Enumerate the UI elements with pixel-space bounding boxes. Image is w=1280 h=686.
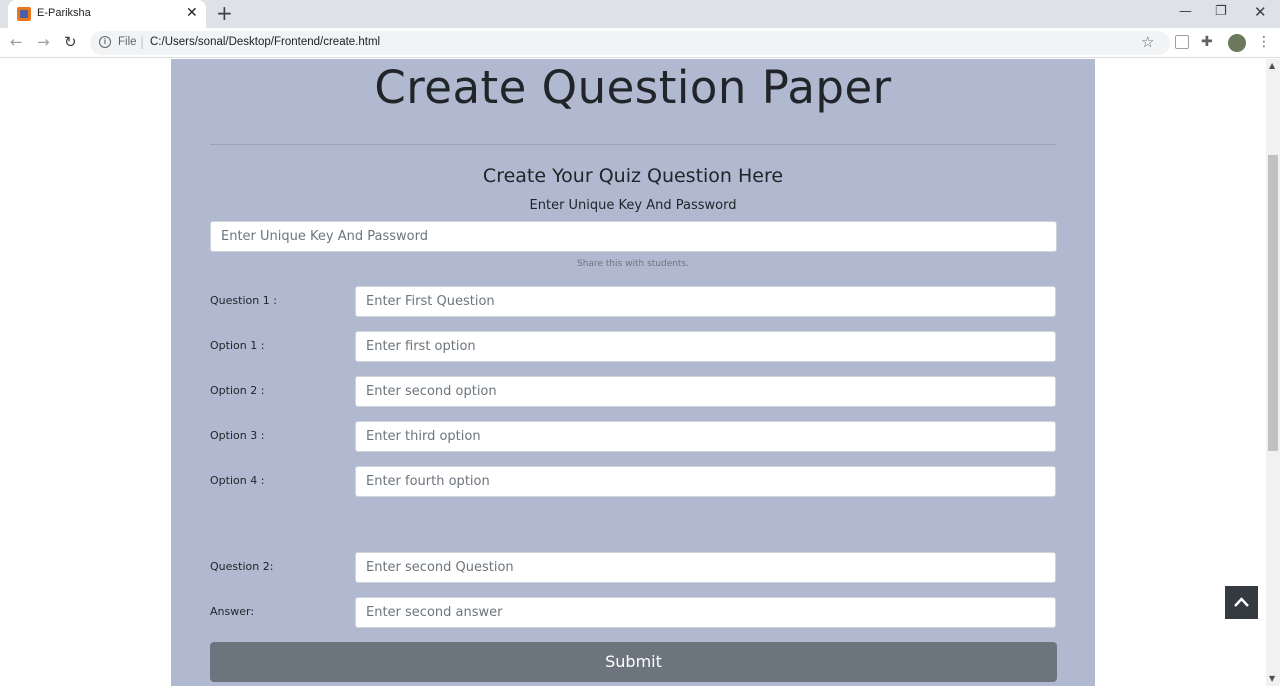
question-2-label: Question 2: [210, 560, 274, 573]
create-form-panel: Create Question Paper Create Your Quiz Q… [171, 59, 1095, 686]
option-3-label: Option 3 : [210, 429, 265, 442]
tab-bar: E-Pariksha ✕ + — ❐ ✕ [0, 0, 1280, 28]
minimize-icon[interactable]: — [1179, 4, 1192, 20]
back-icon[interactable]: ← [10, 33, 23, 51]
option-1-label: Option 1 : [210, 339, 265, 352]
url-scheme: File [118, 36, 137, 48]
scrollbar-thumb[interactable] [1268, 155, 1278, 451]
question-1-input[interactable]: Enter First Question [355, 286, 1056, 317]
chevron-up-icon [1234, 597, 1249, 607]
url-text[interactable]: C:/Users/sonal/Desktop/Frontend/create.h… [150, 36, 380, 48]
scroll-up-icon[interactable]: ▲ [1269, 61, 1275, 70]
option-3-input[interactable]: Enter third option [355, 421, 1056, 452]
restore-icon[interactable]: ❐ [1215, 4, 1227, 20]
browser-menu-icon[interactable]: ⋮ [1257, 33, 1271, 51]
scroll-down-icon[interactable]: ▼ [1269, 674, 1275, 683]
profile-avatar[interactable] [1228, 34, 1246, 52]
divider [210, 144, 1056, 145]
option-4-label: Option 4 : [210, 474, 265, 487]
option-2-label: Option 2 : [210, 384, 265, 397]
tab-title: E-Pariksha [37, 7, 91, 19]
bookmark-star-icon[interactable]: ☆ [1141, 33, 1154, 51]
close-window-icon[interactable]: ✕ [1254, 4, 1267, 20]
page-viewport: Create Question Paper Create Your Quiz Q… [0, 59, 1266, 686]
option-4-input[interactable]: Enter fourth option [355, 466, 1056, 497]
option-2-input[interactable]: Enter second option [355, 376, 1056, 407]
info-icon[interactable]: i [99, 36, 111, 48]
back-to-top-button[interactable] [1225, 586, 1258, 619]
unique-key-help: Share this with students. [576, 259, 690, 269]
new-tab-icon[interactable]: + [216, 3, 233, 23]
question-1-label: Question 1 : [210, 294, 277, 307]
tab-close-icon[interactable]: ✕ [186, 5, 198, 21]
site-favicon-icon [17, 7, 31, 21]
puzzle-extensions-icon[interactable]: ✚ [1201, 35, 1215, 49]
answer-label: Answer: [210, 605, 255, 618]
question-2-input[interactable]: Enter second Question [355, 552, 1056, 583]
page-title: Create Question Paper [374, 61, 892, 114]
form-subtitle: Create Your Quiz Question Here [482, 165, 784, 187]
url-separator: | [140, 35, 145, 49]
address-bar[interactable]: i File | C:/Users/sonal/Desktop/Frontend… [90, 31, 1170, 55]
answer-input[interactable]: Enter second answer [355, 597, 1056, 628]
page-scrollbar[interactable]: ▲ ▼ [1266, 59, 1280, 686]
browser-tab[interactable]: E-Pariksha ✕ [8, 0, 206, 28]
forward-icon[interactable]: → [37, 33, 50, 51]
option-1-input[interactable]: Enter first option [355, 331, 1056, 362]
browser-toolbar: ← → ↻ i File | C:/Users/sonal/Desktop/Fr… [0, 28, 1280, 58]
submit-button[interactable]: Submit [210, 642, 1057, 682]
extension-icon[interactable] [1175, 35, 1189, 49]
unique-key-input[interactable]: Enter Unique Key And Password [210, 221, 1057, 252]
reload-icon[interactable]: ↻ [64, 33, 77, 51]
unique-key-label: Enter Unique Key And Password [529, 198, 737, 213]
